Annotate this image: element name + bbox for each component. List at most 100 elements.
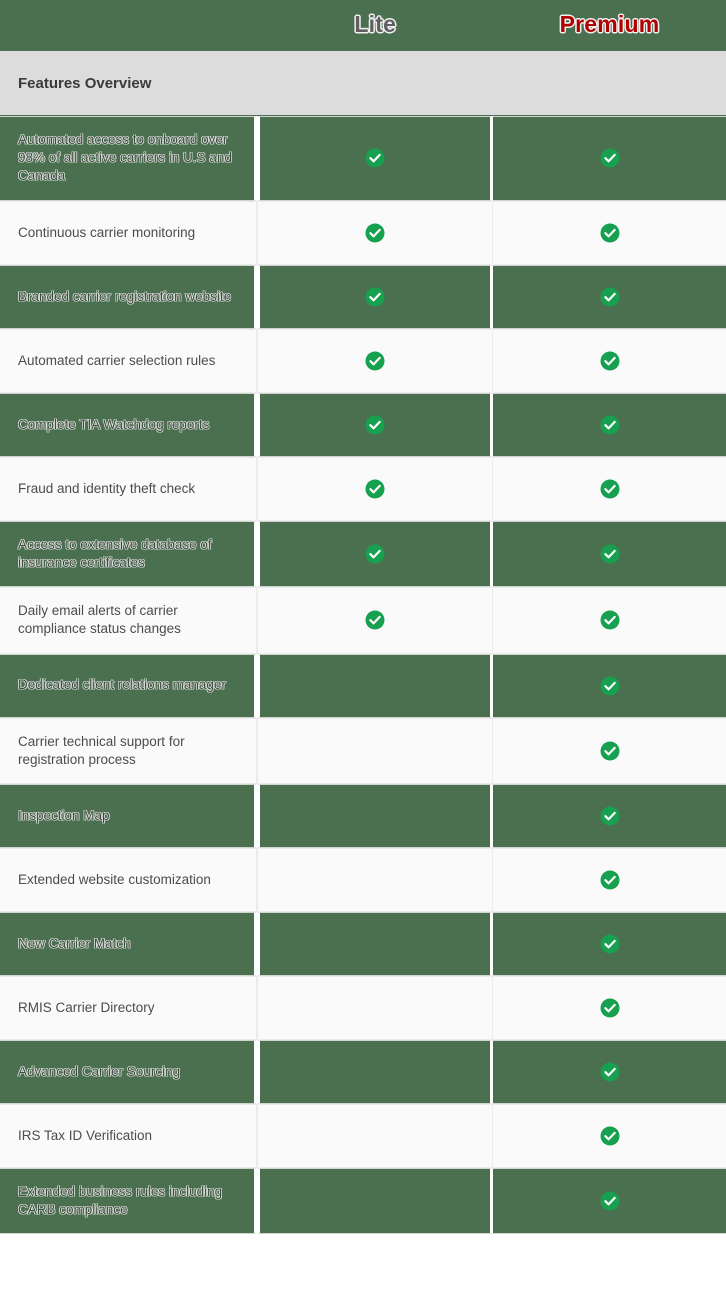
feature-label: Inspection Map (0, 783, 258, 848)
no-feature-placeholder (365, 1189, 385, 1209)
no-feature-placeholder (365, 738, 385, 758)
check-circle-icon (600, 287, 620, 307)
table-head: Lite Premium Features Overview (0, 0, 726, 116)
cell-premium (493, 1103, 726, 1168)
cell-lite (257, 456, 494, 521)
feature-label: Automated access to onboard over 98% of … (0, 116, 258, 201)
cell-premium (493, 847, 726, 912)
check-circle-icon (600, 415, 620, 435)
check-circle-icon (365, 544, 385, 564)
check-circle-icon (600, 148, 620, 168)
cell-lite (257, 1103, 494, 1168)
cell-premium (493, 1167, 726, 1235)
cell-premium (493, 392, 726, 457)
cell-lite (257, 116, 494, 201)
check-circle-icon (600, 479, 620, 499)
no-feature-placeholder (365, 673, 385, 693)
plan-comparison-table: Lite Premium Features Overview Automated… (0, 0, 726, 1235)
feature-label: New Carrier Match (0, 911, 258, 976)
section-header-row: Features Overview (0, 50, 726, 116)
check-circle-icon (365, 351, 385, 371)
feature-label: Daily email alerts of carrier compliance… (0, 587, 258, 654)
table-row: Automated carrier selection rules (0, 328, 726, 393)
table-row: Extended business rules including CARB c… (0, 1167, 726, 1235)
cell-premium (493, 456, 726, 521)
check-circle-icon (365, 287, 385, 307)
cell-lite (257, 847, 494, 912)
feature-label: Extended business rules including CARB c… (0, 1167, 258, 1235)
cell-premium (493, 717, 726, 784)
check-circle-icon (600, 870, 620, 890)
no-feature-placeholder (365, 995, 385, 1015)
cell-lite (257, 587, 494, 654)
cell-lite (257, 717, 494, 784)
table-row: Extended website customization (0, 847, 726, 912)
check-circle-icon (600, 741, 620, 761)
check-circle-icon (600, 934, 620, 954)
check-circle-icon (600, 610, 620, 630)
check-circle-icon (365, 148, 385, 168)
no-feature-placeholder (365, 867, 385, 887)
feature-label: Access to extensive database of insuranc… (0, 520, 258, 588)
cell-lite (257, 653, 494, 718)
check-circle-icon (600, 544, 620, 564)
feature-label: Dedicated client relations manager (0, 653, 258, 718)
cell-lite (257, 783, 494, 848)
cell-premium (493, 520, 726, 588)
table-row: Automated access to onboard over 98% of … (0, 116, 726, 201)
cell-lite (257, 392, 494, 457)
check-circle-icon (365, 610, 385, 630)
table-row: Access to extensive database of insuranc… (0, 520, 726, 588)
cell-premium (493, 653, 726, 718)
table-row: Branded carrier registration website (0, 264, 726, 329)
feature-label: Carrier technical support for registrati… (0, 717, 258, 784)
table-row: IRS Tax ID Verification (0, 1103, 726, 1168)
feature-label: Branded carrier registration website (0, 264, 258, 329)
no-feature-placeholder (365, 931, 385, 951)
section-title: Features Overview (0, 50, 726, 116)
no-feature-placeholder (365, 1123, 385, 1143)
check-circle-icon (600, 998, 620, 1018)
table-row: Daily email alerts of carrier compliance… (0, 587, 726, 654)
cell-lite (257, 911, 494, 976)
cell-premium (493, 200, 726, 265)
plan-name-lite: Lite (354, 11, 397, 37)
table-row: Fraud and identity theft check (0, 456, 726, 521)
check-circle-icon (600, 1126, 620, 1146)
cell-premium (493, 783, 726, 848)
check-circle-icon (600, 223, 620, 243)
plan-header-row: Lite Premium (0, 0, 726, 50)
table-row: Carrier technical support for registrati… (0, 717, 726, 784)
plan-header-spacer (0, 0, 258, 50)
no-feature-placeholder (365, 1059, 385, 1079)
cell-lite (257, 264, 494, 329)
feature-label: Automated carrier selection rules (0, 328, 258, 393)
cell-lite (257, 520, 494, 588)
feature-label: Complete TIA Watchdog reports (0, 392, 258, 457)
feature-label: Continuous carrier monitoring (0, 200, 258, 265)
cell-premium (493, 1039, 726, 1104)
table-row: Continuous carrier monitoring (0, 200, 726, 265)
check-circle-icon (365, 223, 385, 243)
feature-label: Fraud and identity theft check (0, 456, 258, 521)
cell-lite (257, 200, 494, 265)
check-circle-icon (600, 351, 620, 371)
cell-lite (257, 328, 494, 393)
check-circle-icon (365, 415, 385, 435)
table-row: Complete TIA Watchdog reports (0, 392, 726, 457)
cell-lite (257, 975, 494, 1040)
plan-header-lite[interactable]: Lite (257, 0, 494, 50)
table-row: RMIS Carrier Directory (0, 975, 726, 1040)
cell-premium (493, 911, 726, 976)
feature-label: Advanced Carrier Sourcing (0, 1039, 258, 1104)
table-row: Advanced Carrier Sourcing (0, 1039, 726, 1104)
cell-lite (257, 1167, 494, 1235)
plan-header-premium[interactable]: Premium (493, 0, 726, 50)
check-circle-icon (600, 676, 620, 696)
no-feature-placeholder (365, 803, 385, 823)
table-row: Inspection Map (0, 783, 726, 848)
cell-premium (493, 264, 726, 329)
table-row: New Carrier Match (0, 911, 726, 976)
check-circle-icon (365, 479, 385, 499)
table-body: Automated access to onboard over 98% of … (0, 116, 726, 1235)
